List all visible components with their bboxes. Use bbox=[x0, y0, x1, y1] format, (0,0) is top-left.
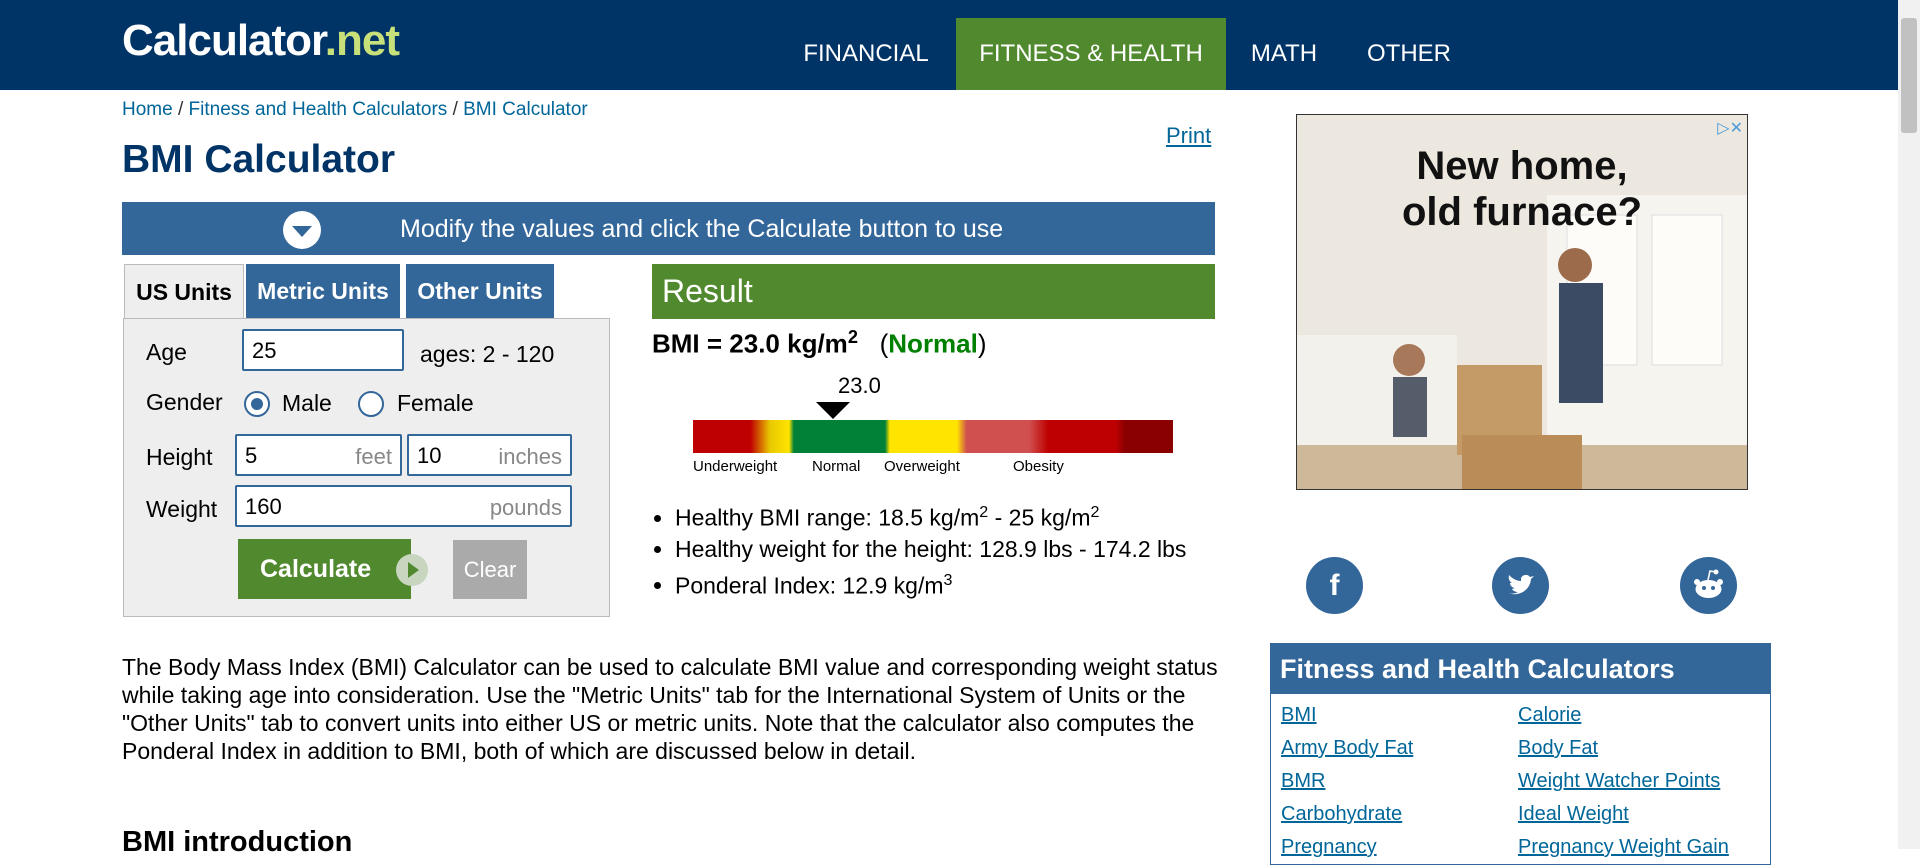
male-label[interactable]: Male bbox=[282, 390, 332, 417]
chevron-down-icon[interactable] bbox=[283, 211, 321, 249]
healthy-range-text: Healthy BMI range: 18.5 kg/m bbox=[675, 504, 980, 531]
side-link-bmr[interactable]: BMR bbox=[1281, 770, 1325, 793]
nav-financial[interactable]: FINANCIAL bbox=[791, 18, 941, 90]
bmi-classification: Normal bbox=[888, 328, 978, 359]
male-radio[interactable] bbox=[244, 391, 270, 417]
side-link-weight-watcher-points[interactable]: Weight Watcher Points bbox=[1518, 770, 1720, 793]
list-item: Ponderal Index: 12.9 kg/m3 bbox=[675, 565, 1186, 602]
female-label[interactable]: Female bbox=[397, 390, 474, 417]
weight-label: Weight bbox=[146, 496, 218, 522]
calculate-button[interactable]: Calculate bbox=[238, 539, 428, 599]
age-hint: ages: 2 - 120 bbox=[420, 341, 555, 367]
side-panel-heading: Fitness and Health Calculators bbox=[1271, 644, 1770, 694]
height-inches-input[interactable]: 10 inches bbox=[407, 434, 572, 476]
calculator-description: The Body Mass Index (BMI) Calculator can… bbox=[122, 654, 1218, 764]
side-link-pregnancy[interactable]: Pregnancy bbox=[1281, 836, 1377, 859]
side-link-calorie[interactable]: Calorie bbox=[1518, 704, 1581, 727]
healthy-weight-text: Healthy weight for the height: 128.9 lbs… bbox=[675, 535, 1187, 562]
side-link-army-body-fat[interactable]: Army Body Fat bbox=[1281, 737, 1413, 760]
scrollbar-thumb[interactable] bbox=[1901, 18, 1917, 133]
tab-other-units[interactable]: Other Units bbox=[406, 264, 554, 319]
tab-metric-units[interactable]: Metric Units bbox=[246, 264, 400, 319]
breadcrumb-section[interactable]: Fitness and Health Calculators bbox=[189, 99, 448, 120]
nav-fitness-health[interactable]: FITNESS & HEALTH bbox=[956, 18, 1226, 90]
side-link-ideal-weight[interactable]: Ideal Weight bbox=[1518, 803, 1629, 826]
inches-unit: inches bbox=[498, 444, 562, 469]
print-link[interactable]: Print bbox=[1166, 123, 1211, 149]
ad-close-icon[interactable]: ▷✕ bbox=[1717, 118, 1743, 138]
side-link-bmi[interactable]: BMI bbox=[1281, 704, 1317, 727]
side-link-pregnancy-weight-gain[interactable]: Pregnancy Weight Gain bbox=[1518, 836, 1729, 859]
gauge-label-normal: Normal bbox=[812, 458, 860, 475]
result-heading: Result bbox=[652, 264, 1215, 319]
gauge-pointer-icon bbox=[816, 402, 850, 419]
ad-headline-line-2: old furnace? bbox=[1401, 190, 1643, 234]
top-navigation-bar: Calculator.net FINANCIAL FITNESS & HEALT… bbox=[0, 0, 1898, 90]
logo-tld: net bbox=[335, 16, 400, 65]
bmi-unit-exponent: 2 bbox=[847, 327, 858, 347]
feet-value: 5 bbox=[245, 443, 258, 468]
exponent: 2 bbox=[1090, 503, 1100, 521]
side-link-body-fat[interactable]: Body Fat bbox=[1518, 737, 1598, 760]
reddit-icon[interactable] bbox=[1680, 557, 1737, 614]
calculate-label: Calculate bbox=[260, 555, 372, 583]
logo-dot: . bbox=[324, 16, 337, 65]
age-input[interactable]: 25 bbox=[242, 329, 404, 371]
result-details-list: Healthy BMI range: 18.5 kg/m2 - 25 kg/m2… bbox=[655, 497, 1186, 601]
close-paren: ) bbox=[977, 328, 987, 359]
side-link-carbohydrate[interactable]: Carbohydrate bbox=[1281, 803, 1402, 826]
list-item: Healthy weight for the height: 128.9 lbs… bbox=[675, 534, 1186, 565]
breadcrumb-current[interactable]: BMI Calculator bbox=[463, 99, 588, 120]
age-value: 25 bbox=[252, 338, 277, 363]
nav-other[interactable]: OTHER bbox=[1354, 18, 1464, 90]
healthy-range-upper: - 25 kg/m bbox=[988, 504, 1091, 531]
bmi-introduction-heading: BMI introduction bbox=[122, 826, 353, 858]
play-arrow-icon bbox=[396, 554, 428, 586]
weight-value: 160 bbox=[245, 494, 282, 519]
advertisement[interactable]: New home, old furnace? ▷✕ bbox=[1296, 114, 1748, 490]
clear-button[interactable]: Clear bbox=[453, 540, 527, 599]
gauge-label-underweight: Underweight bbox=[693, 458, 778, 475]
facebook-icon[interactable]: f bbox=[1306, 557, 1363, 614]
list-item: Healthy BMI range: 18.5 kg/m2 - 25 kg/m2 bbox=[675, 497, 1186, 534]
weight-input[interactable]: 160 pounds bbox=[235, 485, 572, 527]
feet-unit: feet bbox=[355, 444, 392, 469]
open-paren: ( bbox=[879, 328, 889, 359]
exponent: 2 bbox=[979, 503, 989, 521]
breadcrumb-home[interactable]: Home bbox=[122, 99, 173, 120]
gauge-label-obesity: Obesity bbox=[1013, 458, 1064, 475]
breadcrumb: Home / Fitness and Health Calculators / … bbox=[122, 99, 588, 121]
ad-headline: New home, old furnace? bbox=[1297, 143, 1747, 235]
gauge-bar bbox=[693, 420, 1173, 453]
gauge-label-overweight: Overweight bbox=[884, 458, 961, 475]
height-label: Height bbox=[146, 444, 213, 470]
bmi-value: BMI = 23.0 kg/m bbox=[652, 328, 848, 359]
tab-us-units[interactable]: US Units bbox=[124, 264, 244, 321]
female-radio[interactable] bbox=[358, 391, 384, 417]
nav-math[interactable]: MATH bbox=[1234, 18, 1334, 90]
twitter-icon[interactable] bbox=[1492, 557, 1549, 614]
exponent: 3 bbox=[943, 570, 953, 589]
instructions-banner[interactable]: Modify the values and click the Calculat… bbox=[122, 202, 1215, 255]
bmi-result-line: BMI = 23.0 kg/m2 (Normal) bbox=[652, 327, 987, 360]
fitness-calculators-panel: Fitness and Health Calculators BMI Calor… bbox=[1270, 643, 1771, 865]
weight-unit: pounds bbox=[489, 495, 562, 520]
bmi-form: Age 25 ages: 2 - 120 Gender Male Female … bbox=[123, 318, 610, 617]
logo-text: Calculator bbox=[122, 16, 326, 65]
ad-headline-line-1: New home, bbox=[1416, 144, 1628, 188]
inches-value: 10 bbox=[417, 443, 442, 468]
site-logo[interactable]: Calculator.net bbox=[122, 16, 400, 66]
banner-text: Modify the values and click the Calculat… bbox=[400, 215, 1004, 243]
height-feet-input[interactable]: 5 feet bbox=[235, 434, 402, 476]
ponderal-index-text: Ponderal Index: 12.9 kg/m bbox=[675, 572, 944, 599]
page-title: BMI Calculator bbox=[122, 138, 396, 181]
page-scrollbar[interactable] bbox=[1898, 0, 1920, 849]
breadcrumb-separator: / bbox=[452, 99, 458, 120]
breadcrumb-separator: / bbox=[177, 99, 184, 120]
gender-label: Gender bbox=[146, 389, 223, 415]
age-label: Age bbox=[146, 339, 187, 365]
bmi-gauge: Underweight Normal Overweight Obesity bbox=[693, 402, 1173, 475]
